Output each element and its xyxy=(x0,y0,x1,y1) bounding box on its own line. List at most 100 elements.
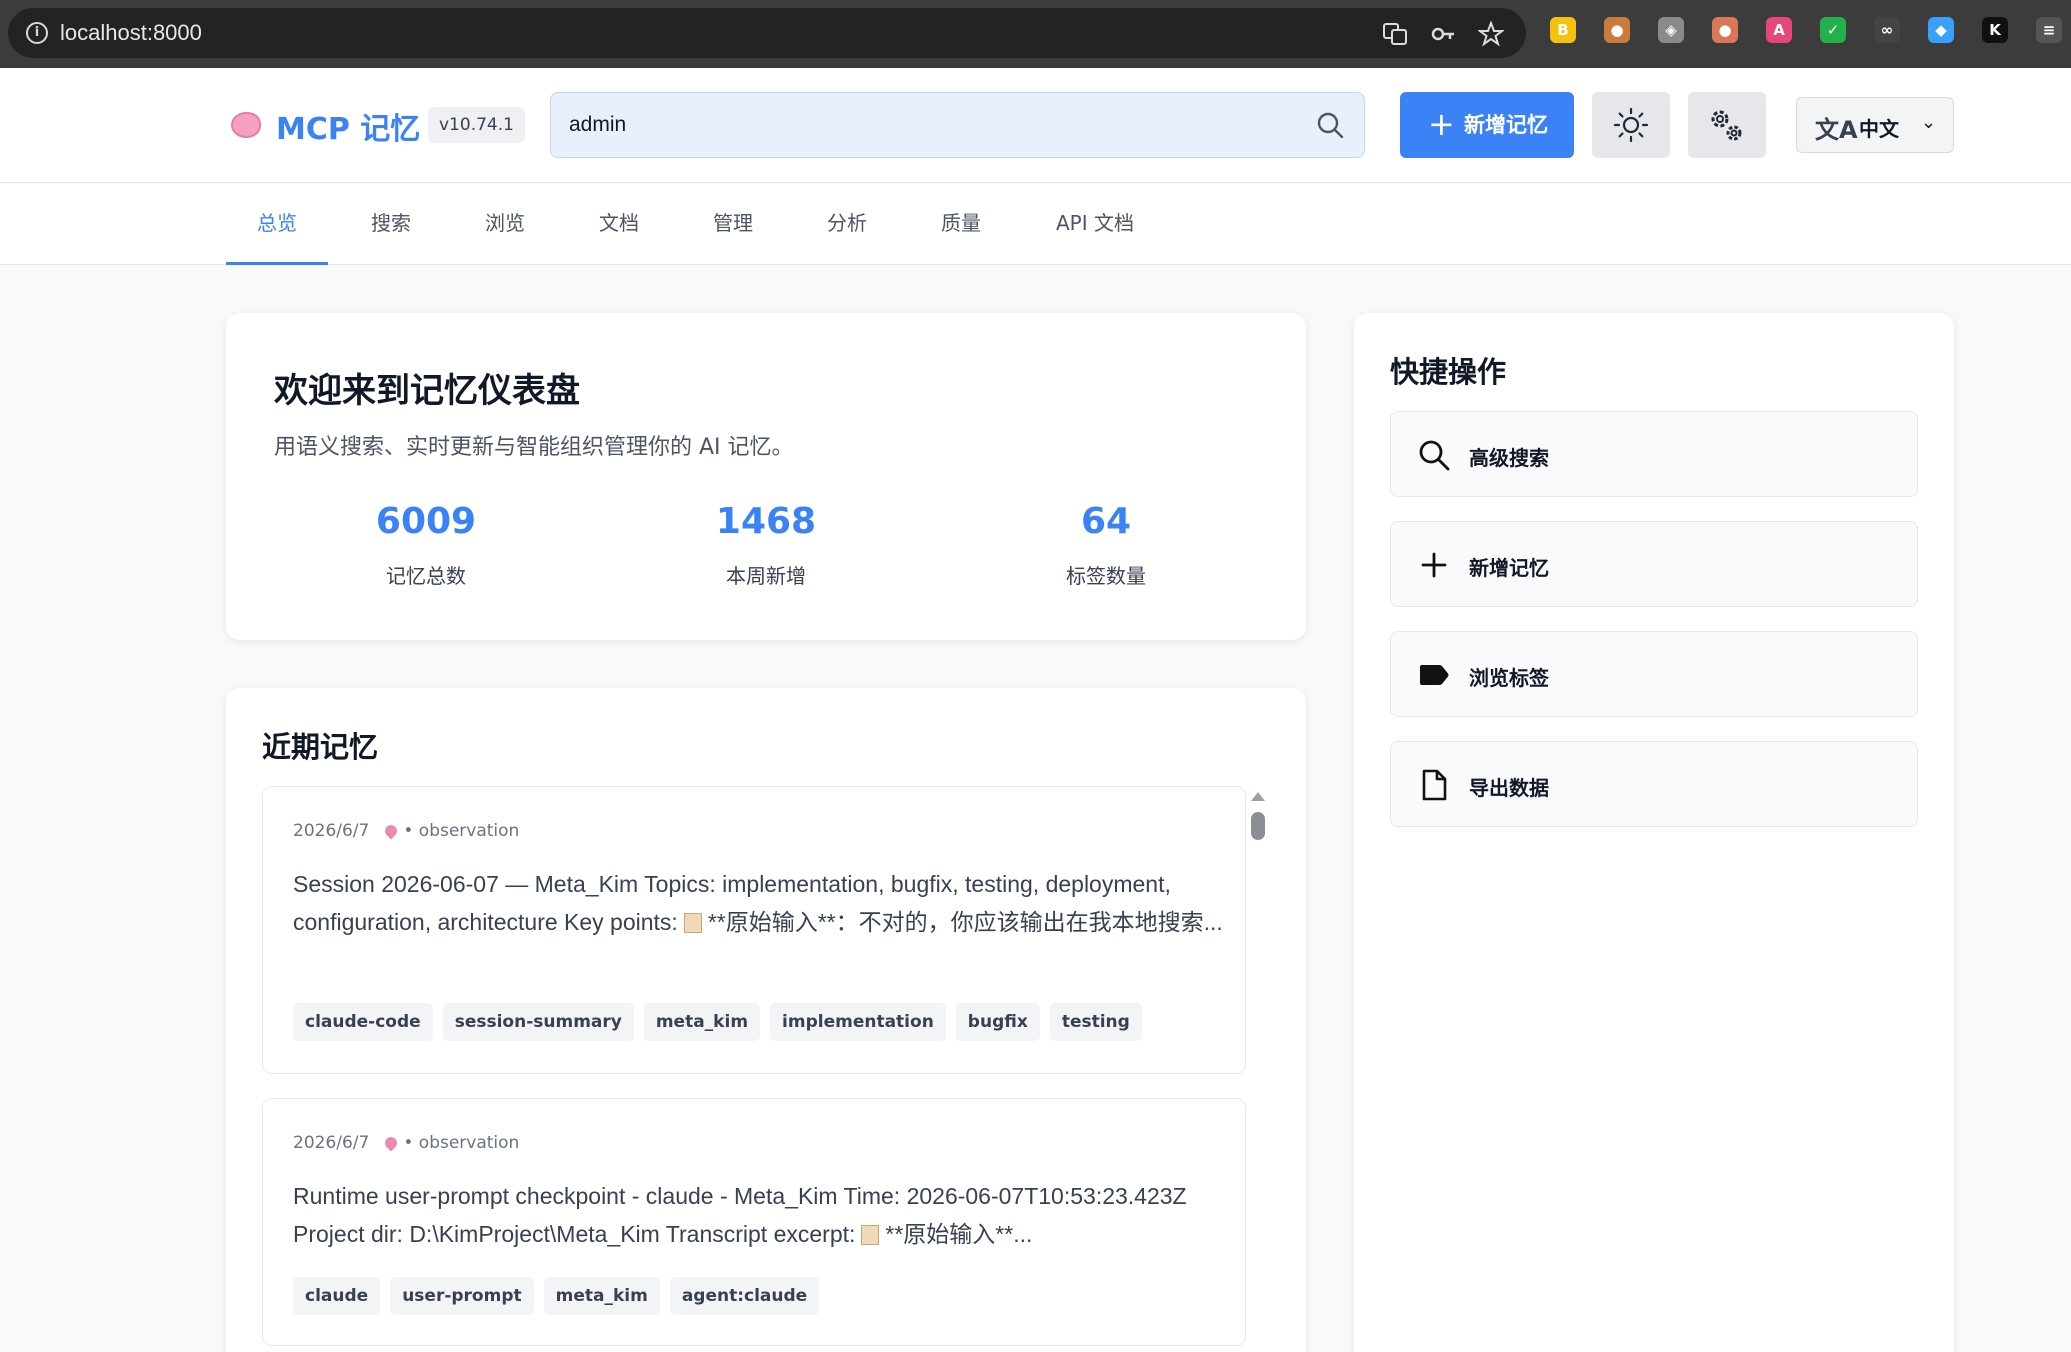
scroll-up-arrow[interactable] xyxy=(1251,792,1265,801)
memory-content: Runtime user-prompt checkpoint - claude … xyxy=(293,1183,1187,1247)
memory-card[interactable]: 2026/6/7 • observation Session 2026-06-07… xyxy=(262,786,1246,1074)
quick-actions-card: 快捷操作 高级搜索 新增记忆 浏览标签 导出数据 xyxy=(1354,313,1954,1352)
main-nav: 总览 搜索 浏览 文档 管理 分析 质量 API 文档 xyxy=(0,184,2071,265)
theme-toggle-button[interactable] xyxy=(1592,92,1670,158)
language-select[interactable]: 文A 中文 ⌄ xyxy=(1796,97,1954,153)
stat-tag-count: 64 标签数量 xyxy=(1006,501,1206,589)
memory-type: • observation xyxy=(403,821,520,841)
welcome-card: 欢迎来到记忆仪表盘 用语义搜索、实时更新与智能组织管理你的 AI 记忆。 600… xyxy=(226,313,1306,640)
memory-tags: claude-code session-summary meta_kim implem… xyxy=(293,1003,1152,1041)
tab-analytics[interactable]: 分析 xyxy=(806,184,888,265)
app-title: MCP 记忆 xyxy=(276,112,421,147)
quick-action-label: 浏览标签 xyxy=(1469,666,1549,690)
search-input[interactable] xyxy=(569,93,1289,157)
gears-icon xyxy=(1711,110,1742,141)
tag-chip[interactable]: bugfix xyxy=(955,1003,1040,1041)
quick-action-label: 新增记忆 xyxy=(1469,556,1549,580)
tab-manage[interactable]: 管理 xyxy=(692,184,774,265)
tab-docs[interactable]: 文档 xyxy=(578,184,660,265)
tag-chip[interactable]: user-prompt xyxy=(390,1277,534,1315)
language-label: 中文 xyxy=(1859,117,1899,141)
app-header: MCP 记忆 v10.74.1 + 新增记忆 文A 中文 ⌄ xyxy=(0,68,2071,183)
bookmark-star-icon[interactable] xyxy=(1477,20,1505,47)
memory-date: 2026/6/7 xyxy=(293,1133,370,1153)
wine-glass-icon xyxy=(382,1134,400,1152)
brain-icon xyxy=(231,112,261,138)
tag-chip[interactable]: meta_kim xyxy=(543,1277,660,1315)
add-memory-label: 新增记忆 xyxy=(1464,113,1548,137)
tab-search[interactable]: 搜索 xyxy=(350,184,432,265)
memory-card[interactable]: 2026/6/7 • observation Runtime user-promp… xyxy=(262,1098,1246,1346)
plus-icon xyxy=(1421,552,1447,578)
search-box[interactable] xyxy=(550,92,1365,158)
address-bar[interactable]: i localhost:8000 xyxy=(8,8,1526,58)
site-info-icon[interactable]: i xyxy=(26,22,48,44)
stat-label: 本周新增 xyxy=(726,564,806,588)
ext-k-icon[interactable]: K xyxy=(1982,17,2008,43)
stat-label: 记忆总数 xyxy=(386,564,466,588)
ext-gem-icon[interactable]: ◆ xyxy=(1928,17,1954,43)
tag-chip[interactable]: implementation xyxy=(770,1003,946,1041)
quick-action-label: 导出数据 xyxy=(1469,776,1549,800)
ext-glasses-icon[interactable]: ∞ xyxy=(1874,17,1900,43)
ext-cookie-icon[interactable]: ● xyxy=(1604,17,1630,43)
recent-title: 近期记忆 xyxy=(262,730,379,764)
tab-api-docs[interactable]: API 文档 xyxy=(1040,184,1150,265)
memo-icon xyxy=(683,913,702,933)
stat-value: 1468 xyxy=(715,501,817,542)
stat-value: 64 xyxy=(1080,501,1132,542)
ext-bear-icon[interactable]: ● xyxy=(1712,17,1738,43)
settings-button[interactable] xyxy=(1688,92,1766,158)
tag-chip[interactable]: claude-code xyxy=(293,1003,433,1041)
tag-icon xyxy=(1420,665,1449,685)
ext-translate-icon[interactable]: A xyxy=(1766,17,1792,43)
stat-total-memories: 6009 记忆总数 xyxy=(326,501,526,589)
memory-meta: 2026/6/7 • observation xyxy=(293,1133,519,1153)
scrollbar-thumb[interactable] xyxy=(1251,812,1265,840)
recent-memories-card: 近期记忆 2026/6/7 • observation Session 2026-… xyxy=(226,688,1306,1352)
tag-chip[interactable]: agent:claude xyxy=(669,1277,820,1315)
chevron-down-icon: ⌄ xyxy=(1921,112,1937,133)
welcome-subtitle: 用语义搜索、实时更新与智能组织管理你的 AI 记忆。 xyxy=(274,435,794,460)
language-icon: 文A xyxy=(1815,116,1858,144)
browser-chrome: i localhost:8000 B ● ◈ ● A ✓ ∞ ◆ K ≡ xyxy=(0,0,2071,68)
ext-diamond-icon[interactable]: ◈ xyxy=(1658,17,1684,43)
ext-menu-icon[interactable]: ≡ xyxy=(2036,17,2062,43)
version-badge: v10.74.1 xyxy=(428,107,525,143)
tab-browse[interactable]: 浏览 xyxy=(464,184,546,265)
search-icon xyxy=(1419,440,1450,471)
tag-chip[interactable]: session-summary xyxy=(442,1003,634,1041)
ext-check-icon[interactable]: ✓ xyxy=(1820,17,1846,43)
address-url[interactable]: localhost:8000 xyxy=(60,20,202,46)
quick-action-add-memory[interactable]: 新增记忆 xyxy=(1390,521,1918,607)
memory-content: Session 2026-06-07 — Meta_Kim Topics: im… xyxy=(293,871,1223,935)
add-memory-button[interactable]: + 新增记忆 xyxy=(1400,92,1574,158)
tag-chip[interactable]: meta_kim xyxy=(643,1003,761,1041)
welcome-title: 欢迎来到记忆仪表盘 xyxy=(274,371,580,411)
search-icon[interactable] xyxy=(1316,111,1344,139)
tag-chip[interactable]: claude xyxy=(293,1277,381,1315)
memory-date: 2026/6/7 xyxy=(293,821,370,841)
tab-overview[interactable]: 总览 xyxy=(226,184,328,265)
stat-this-week: 1468 本周新增 xyxy=(666,501,866,589)
stat-label: 标签数量 xyxy=(1066,564,1146,588)
quick-action-export-data[interactable]: 导出数据 xyxy=(1390,741,1918,827)
memory-meta: 2026/6/7 • observation xyxy=(293,821,519,841)
sun-icon xyxy=(1613,107,1649,143)
quick-action-browse-tags[interactable]: 浏览标签 xyxy=(1390,631,1918,717)
translate-icon[interactable] xyxy=(1382,21,1408,47)
plus-icon: + xyxy=(1428,105,1455,143)
quick-actions-title: 快捷操作 xyxy=(1390,355,1507,389)
wine-glass-icon xyxy=(382,822,400,840)
file-icon xyxy=(1422,769,1447,801)
tag-chip[interactable]: testing xyxy=(1049,1003,1142,1041)
tab-quality[interactable]: 质量 xyxy=(920,184,1002,265)
ext-yellow-icon[interactable]: B xyxy=(1550,17,1576,43)
memory-type: • observation xyxy=(403,1133,520,1153)
key-icon[interactable] xyxy=(1430,21,1456,47)
memory-tags: claude user-prompt meta_kim agent:claude xyxy=(293,1277,829,1315)
memo-icon xyxy=(861,1225,880,1245)
quick-action-label: 高级搜索 xyxy=(1469,446,1549,470)
quick-action-advanced-search[interactable]: 高级搜索 xyxy=(1390,411,1918,497)
stat-value: 6009 xyxy=(375,501,477,542)
